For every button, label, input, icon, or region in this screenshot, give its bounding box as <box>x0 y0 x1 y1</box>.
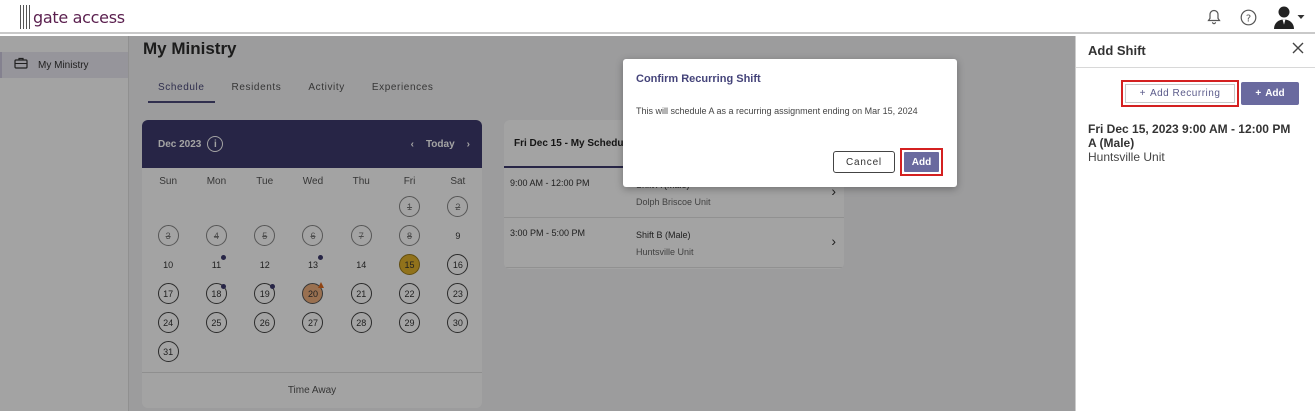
chevron-down-icon <box>1297 15 1305 19</box>
confirm-add-button[interactable]: Add <box>904 152 939 172</box>
plus-icon: + <box>1255 88 1262 99</box>
add-recurring-label: Add Recurring <box>1149 88 1221 99</box>
shift-summary: Fri Dec 15, 2023 9:00 AM - 12:00 PM A (M… <box>1088 122 1290 165</box>
svg-text:?: ? <box>1245 13 1250 24</box>
shift-unit: Huntsville Unit <box>1088 150 1165 164</box>
add-shift-panel: Add Shift + Add Recurring + Add Fri Dec … <box>1075 36 1315 411</box>
avatar <box>1274 6 1294 29</box>
help-icon[interactable]: ? <box>1239 8 1257 26</box>
panel-title: Add Shift <box>1088 43 1146 58</box>
top-bar: gate access ? <box>0 0 1315 34</box>
add-label: Add <box>1265 88 1285 99</box>
app-logo[interactable]: gate access <box>20 4 125 30</box>
shift-name: A (Male) <box>1088 136 1135 150</box>
shift-datetime: Fri Dec 15, 2023 9:00 AM - 12:00 PM <box>1088 122 1291 136</box>
modal-title: Confirm Recurring Shift <box>636 73 761 85</box>
add-button[interactable]: + Add <box>1241 82 1299 105</box>
bell-icon[interactable] <box>1205 8 1223 26</box>
plus-icon: + <box>1139 88 1146 99</box>
logo-bars-icon <box>20 5 30 29</box>
logo-text: gate access <box>33 7 125 27</box>
close-icon[interactable] <box>1291 41 1307 57</box>
user-menu[interactable] <box>1273 5 1305 29</box>
cancel-button[interactable]: Cancel <box>833 151 895 173</box>
panel-header: Add Shift <box>1076 36 1315 68</box>
modal-message: This will schedule A as a recurring assi… <box>636 106 918 116</box>
add-recurring-button[interactable]: + Add Recurring <box>1125 84 1235 103</box>
add-recurring-highlight: + Add Recurring <box>1121 80 1239 107</box>
confirm-recurring-modal: Confirm Recurring Shift This will schedu… <box>623 59 957 187</box>
add-button-highlight: Add <box>900 148 943 176</box>
